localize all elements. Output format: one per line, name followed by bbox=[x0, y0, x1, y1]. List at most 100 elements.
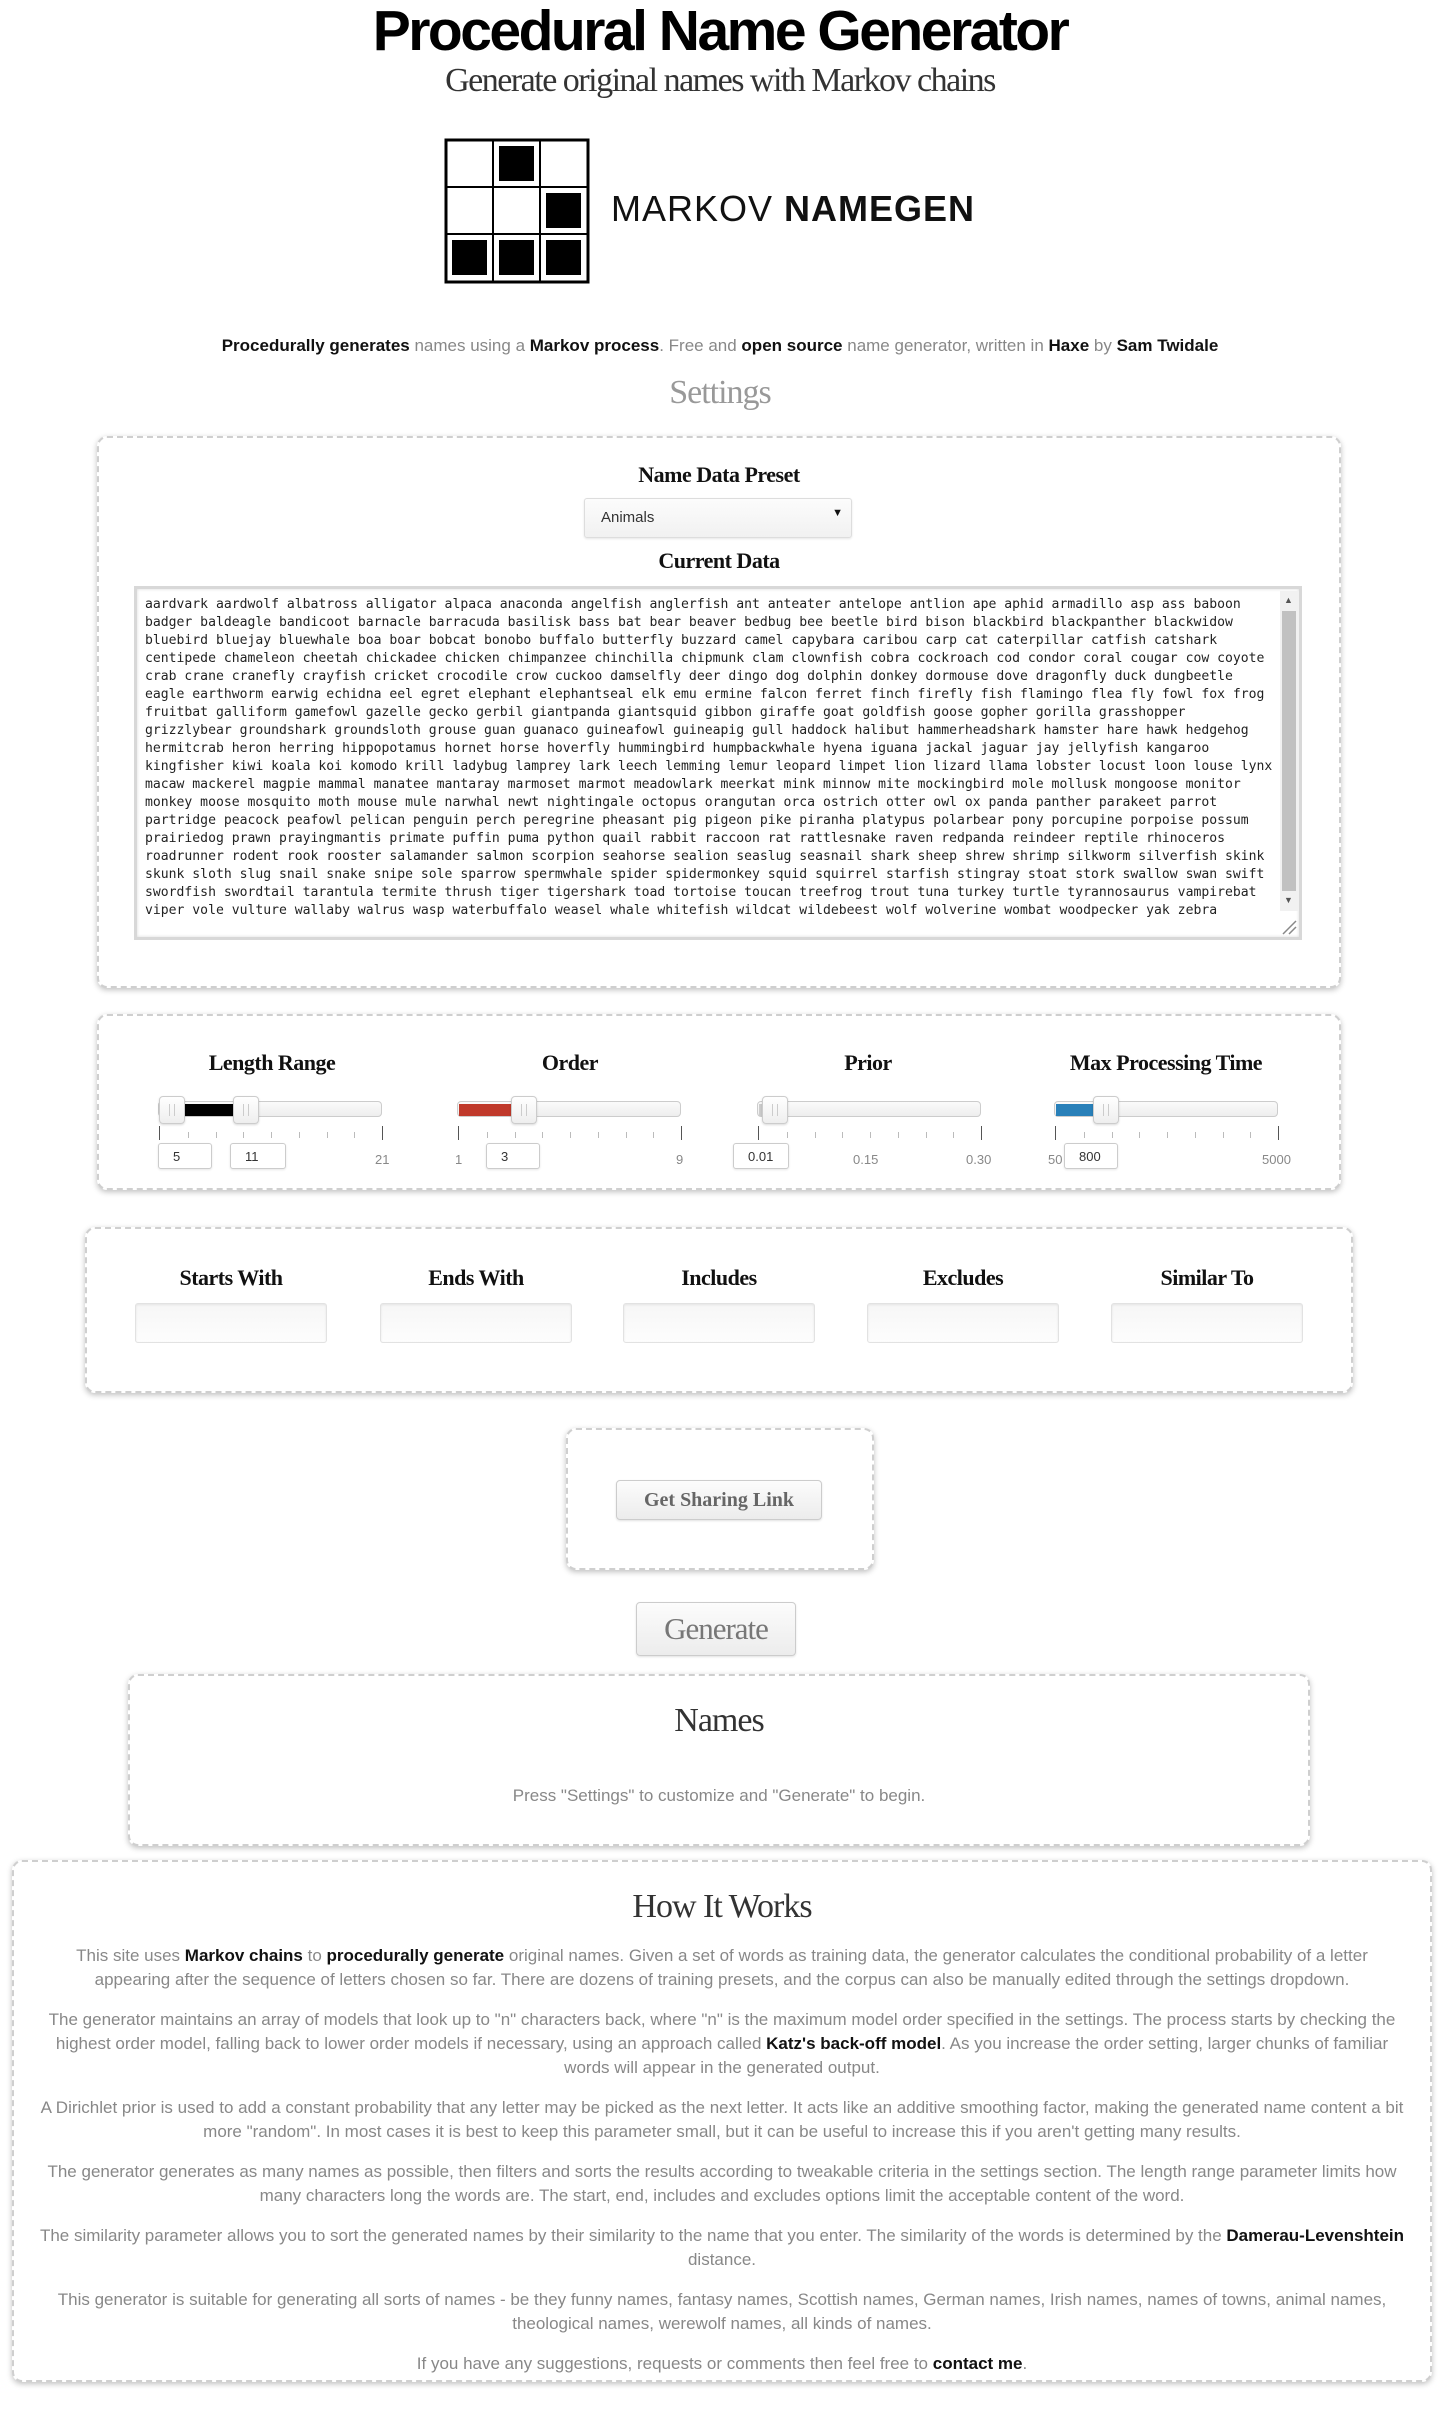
damerau-levenshtein-link[interactable]: Damerau-Levenshtein bbox=[1226, 2226, 1404, 2245]
markov-namegen-logo: MARKOV NAMEGEN bbox=[444, 138, 992, 284]
scroll-up-arrow-icon[interactable]: ▲ bbox=[1284, 595, 1293, 605]
order-slider[interactable] bbox=[457, 1096, 681, 1124]
dropdown-arrow-icon: ▼ bbox=[832, 507, 843, 519]
how-p1-text-a: This site uses bbox=[76, 1946, 185, 1965]
slider-tick bbox=[514, 1132, 516, 1138]
slider-tick bbox=[786, 1132, 788, 1138]
prior-handle[interactable] bbox=[762, 1096, 788, 1124]
current-data-textarea[interactable]: aardvark aardwolf albatross alligator al… bbox=[134, 586, 1302, 940]
haxe-link[interactable]: Haxe bbox=[1049, 336, 1090, 355]
order-value[interactable]: 3 bbox=[486, 1143, 540, 1169]
order-ticks bbox=[458, 1126, 682, 1140]
length-range-slider[interactable] bbox=[158, 1096, 382, 1124]
page-subtitle: Generate original names with Markov chai… bbox=[445, 62, 996, 99]
starts-with-label: Starts With bbox=[179, 1265, 283, 1290]
length-ticks bbox=[159, 1126, 383, 1140]
length-max-value[interactable]: 11 bbox=[230, 1143, 286, 1169]
how-it-works-text: This site uses Markov chains to procedur… bbox=[36, 1944, 1408, 2392]
prior-scale-mid: 0.15 bbox=[853, 1152, 879, 1167]
order-scale-min: 1 bbox=[455, 1152, 463, 1167]
katz-back-off-link[interactable]: Katz's back-off model bbox=[766, 2034, 941, 2053]
preset-select-value: Animals bbox=[601, 509, 655, 526]
max-time-label: Max Processing Time bbox=[1069, 1050, 1263, 1075]
slider-tick bbox=[597, 1132, 599, 1138]
order-fill bbox=[459, 1104, 515, 1116]
markov-chains-link[interactable]: Markov chains bbox=[185, 1946, 303, 1965]
open-source-link[interactable]: open source bbox=[741, 336, 842, 355]
starts-with-input[interactable] bbox=[135, 1303, 327, 1343]
slider-tick bbox=[187, 1132, 189, 1138]
length-range-label: Length Range bbox=[208, 1050, 336, 1075]
length-max-handle[interactable] bbox=[232, 1096, 259, 1124]
slider-tick bbox=[570, 1132, 571, 1138]
logo-text-markov: MARKOV bbox=[611, 188, 774, 229]
procedurally-generate-link[interactable]: procedurally generate bbox=[327, 1946, 505, 1965]
how-paragraph-5: The similarity parameter allows you to s… bbox=[36, 2224, 1408, 2272]
how-p1-text-c: to bbox=[302, 1946, 327, 1965]
length-min-value[interactable]: 5 bbox=[158, 1143, 212, 1169]
names-panel: Names Press "Settings" to customize and … bbox=[128, 1674, 1310, 1846]
markov-process-link[interactable]: Markov process bbox=[530, 336, 659, 355]
order-handle[interactable] bbox=[511, 1096, 537, 1124]
preset-label: Name Data Preset bbox=[638, 462, 800, 487]
how-paragraph-1: This site uses Markov chains to procedur… bbox=[36, 1944, 1408, 1992]
length-min-handle[interactable] bbox=[159, 1096, 185, 1124]
current-data-label: Current Data bbox=[658, 548, 780, 573]
preset-select[interactable]: Animals ▼ bbox=[584, 498, 852, 538]
generate-button[interactable]: Generate bbox=[636, 1602, 796, 1656]
slider-tick bbox=[1222, 1132, 1224, 1138]
max-time-value[interactable]: 800 bbox=[1064, 1143, 1118, 1169]
max-time-slider[interactable] bbox=[1054, 1096, 1278, 1124]
slider-tick bbox=[625, 1132, 627, 1138]
slider-tick bbox=[542, 1132, 544, 1138]
excludes-input[interactable] bbox=[867, 1303, 1059, 1343]
prior-slider[interactable] bbox=[757, 1096, 981, 1124]
how-paragraph-3: A Dirichlet prior is used to add a const… bbox=[40, 2098, 1404, 2141]
textarea-scrollbar[interactable]: ▲ ▼ bbox=[1280, 591, 1298, 911]
slider-tick bbox=[925, 1132, 927, 1138]
max-time-scale-min: 50 bbox=[1048, 1152, 1063, 1167]
similar-to-label: Similar To bbox=[1160, 1265, 1254, 1290]
prior-ticks bbox=[758, 1126, 982, 1140]
excludes-label: Excludes bbox=[922, 1265, 1004, 1290]
max-time-handle[interactable] bbox=[1092, 1096, 1119, 1124]
slider-tick bbox=[243, 1132, 245, 1138]
how-p7-text-a: If you have any suggestions, requests or… bbox=[416, 2354, 933, 2373]
slider-tick bbox=[1083, 1132, 1085, 1138]
sam-twidale-link[interactable]: Sam Twidale bbox=[1117, 336, 1219, 355]
slider-tick bbox=[215, 1132, 217, 1138]
prior-value[interactable]: 0.01 bbox=[733, 1143, 789, 1169]
length-scale-max: 21 bbox=[375, 1152, 390, 1167]
get-sharing-link-button[interactable]: Get Sharing Link bbox=[616, 1480, 822, 1520]
similar-to-input[interactable] bbox=[1111, 1303, 1303, 1343]
resize-grip-icon[interactable] bbox=[1281, 919, 1297, 935]
includes-input[interactable] bbox=[623, 1303, 815, 1343]
intro-text-4: by bbox=[1089, 336, 1117, 355]
ends-with-label: Ends With bbox=[428, 1265, 524, 1290]
how-it-works-heading: How It Works bbox=[632, 1888, 812, 1925]
ends-with-input[interactable] bbox=[380, 1303, 572, 1343]
settings-heading[interactable]: Settings bbox=[0, 374, 1440, 412]
page-title: Procedural Name Generator bbox=[372, 0, 1070, 63]
scrollbar-thumb[interactable] bbox=[1282, 611, 1296, 891]
prior-scale-max: 0.30 bbox=[966, 1152, 992, 1167]
names-heading: Names bbox=[674, 1702, 764, 1739]
contact-me-link[interactable]: contact me bbox=[933, 2354, 1023, 2373]
how-paragraph-6: This generator is suitable for generatin… bbox=[57, 2290, 1387, 2333]
procedurally-generates-link[interactable]: Procedurally generates bbox=[222, 336, 410, 355]
how-paragraph-4: The generator generates as many names as… bbox=[47, 2162, 1397, 2205]
how-paragraph-2: The generator maintains an array of mode… bbox=[36, 2008, 1408, 2080]
slider-tick bbox=[1167, 1132, 1168, 1138]
slider-tick bbox=[953, 1132, 955, 1138]
slider-tick bbox=[271, 1132, 272, 1138]
current-data-text: aardvark aardwolf albatross alligator al… bbox=[145, 597, 1273, 918]
scroll-down-arrow-icon[interactable]: ▼ bbox=[1284, 895, 1293, 905]
how-p7-text-c: . bbox=[1022, 2354, 1028, 2373]
slider-tick bbox=[1139, 1132, 1141, 1138]
length-range-fill bbox=[181, 1104, 241, 1116]
slider-tick bbox=[354, 1132, 356, 1138]
slider-tick bbox=[814, 1132, 816, 1138]
order-label: Order bbox=[541, 1050, 599, 1075]
intro-text-3: name generator, written in bbox=[842, 336, 1049, 355]
slider-tick bbox=[1250, 1132, 1252, 1138]
